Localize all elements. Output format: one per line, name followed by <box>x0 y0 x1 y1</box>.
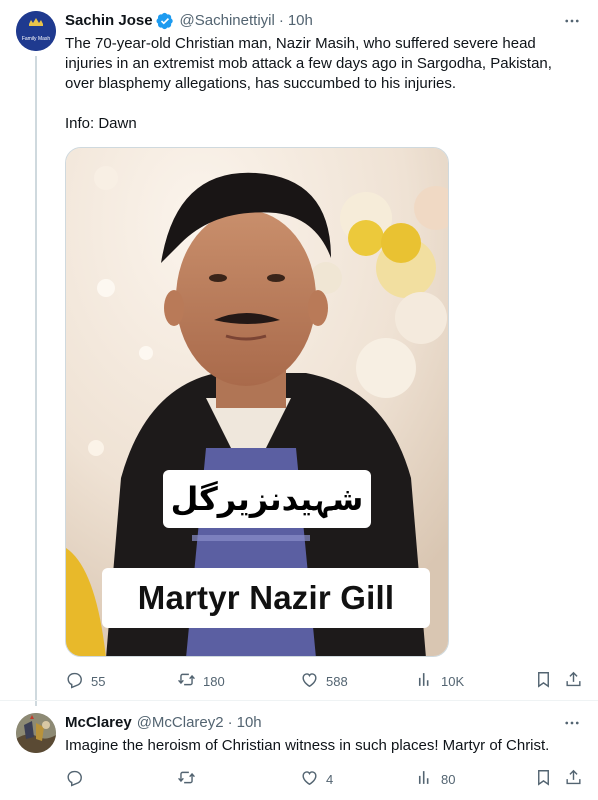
repost-icon <box>177 670 196 692</box>
view-count: 80 <box>441 771 456 787</box>
tweet-text: Imagine the heroism of Christian witness… <box>65 736 580 756</box>
verified-badge-icon <box>156 12 174 30</box>
share-button[interactable] <box>564 768 583 790</box>
share-icon <box>564 670 583 692</box>
bookmark-icon <box>534 670 553 692</box>
repost-button[interactable]: 180 <box>177 670 225 692</box>
like-count: 588 <box>326 673 348 689</box>
tweet-header: McClarey @McClarey2 · 10h <box>65 713 262 733</box>
more-options-icon[interactable] <box>562 11 582 31</box>
tweet-action-bar: 55 180 588 10K <box>65 670 585 692</box>
tweet-sachin-jose[interactable]: Family Mash Sachin Jose @Sachinettiyil ·… <box>0 0 598 706</box>
reply-count: 55 <box>91 673 106 689</box>
views-button[interactable]: 10K <box>415 670 464 692</box>
share-icon <box>564 768 583 790</box>
tweet-text-line: over blasphemy allegations, has succumbe… <box>65 75 457 92</box>
photo-caption-english: Martyr Nazir Gill <box>102 568 430 628</box>
analytics-icon <box>415 670 434 692</box>
bookmark-button[interactable] <box>534 670 553 692</box>
tweet-text: The 70-year-old Christian man, Nazir Mas… <box>65 34 580 134</box>
separator-dot: · <box>278 12 284 29</box>
tweet-text-line: The 70-year-old Christian man, Nazir Mas… <box>65 35 536 52</box>
tweet-header: Sachin Jose @Sachinettiyil · 10h <box>65 11 313 31</box>
reply-icon <box>65 768 84 790</box>
view-count: 10K <box>441 673 465 689</box>
thread-connector-line <box>35 56 37 706</box>
more-options-icon[interactable] <box>562 713 582 733</box>
bookmark-button[interactable] <box>534 768 553 790</box>
separator-dot: · <box>227 714 233 731</box>
photo-caption-urdu: شہیدنزیرگل <box>163 470 371 528</box>
author-handle[interactable]: @McClarey2 <box>137 713 224 733</box>
heart-icon <box>300 670 319 692</box>
reply-button[interactable] <box>65 768 91 790</box>
avatar[interactable] <box>16 713 56 753</box>
avatar[interactable]: Family Mash <box>16 11 56 51</box>
tweet-divider <box>0 700 598 701</box>
timestamp[interactable]: 10h <box>237 713 262 733</box>
author-name[interactable]: McClarey <box>65 713 132 733</box>
repost-count: 180 <box>203 673 225 689</box>
tweet-photo[interactable]: شہیدنزیرگل Martyr Nazir Gill <box>65 147 449 657</box>
tweet-text-line: Imagine the heroism of Christian witness… <box>65 737 550 754</box>
text-spacer <box>65 94 580 114</box>
tweet-text-footer: Info: Dawn <box>65 115 137 132</box>
like-button[interactable]: 588 <box>300 670 348 692</box>
timestamp[interactable]: 10h <box>288 11 313 31</box>
like-count: 4 <box>326 771 334 787</box>
like-button[interactable]: 4 <box>300 768 333 790</box>
reply-button[interactable]: 55 <box>65 670 105 692</box>
bookmark-icon <box>534 768 553 790</box>
author-name[interactable]: Sachin Jose <box>65 11 153 31</box>
tweet-action-bar: 4 80 <box>65 768 585 790</box>
repost-button[interactable] <box>177 768 203 790</box>
share-button[interactable] <box>564 670 583 692</box>
tweet-mcclarey[interactable]: McClarey @McClarey2 · 10h Imagine the he… <box>0 703 598 800</box>
analytics-icon <box>415 768 434 790</box>
reply-icon <box>65 670 84 692</box>
repost-icon <box>177 768 196 790</box>
tweet-text-line: injuries in an extremist mob attack a fe… <box>65 55 552 72</box>
author-handle[interactable]: @Sachinettiyil <box>180 11 275 31</box>
svg-text:Family Mash: Family Mash <box>22 36 51 42</box>
views-button[interactable]: 80 <box>415 768 455 790</box>
heart-icon <box>300 768 319 790</box>
